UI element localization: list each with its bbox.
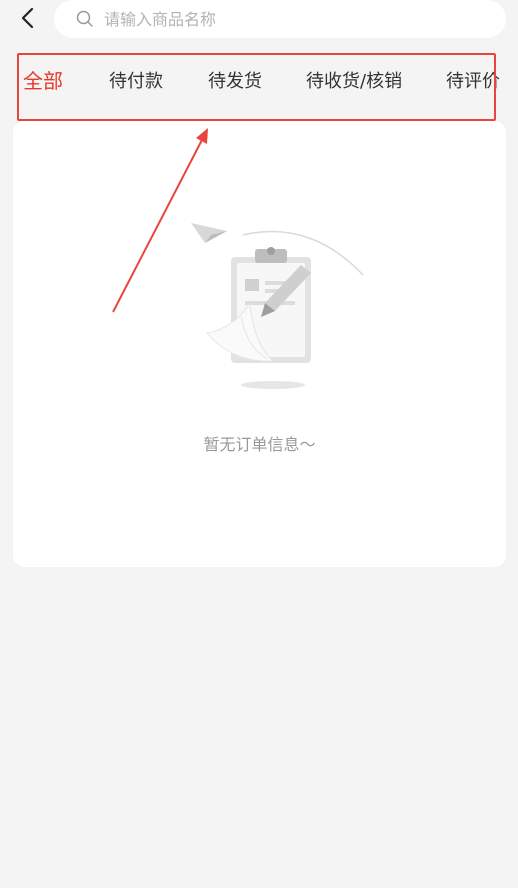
back-button[interactable] xyxy=(14,4,42,32)
search-input[interactable] xyxy=(104,9,464,29)
tab-pending-payment[interactable]: 待付款 xyxy=(109,70,163,94)
header xyxy=(0,0,518,40)
tab-pending-review[interactable]: 待评价 xyxy=(446,70,500,94)
clipboard-empty-icon xyxy=(191,223,364,389)
search-bar[interactable] xyxy=(54,0,506,38)
page: 全部 待付款 待发货 待收货/核销 待评价 xyxy=(0,0,518,888)
order-status-tabs: 全部 待付款 待发货 待收货/核销 待评价 xyxy=(0,56,518,108)
empty-state-message: 暂无订单信息～ xyxy=(203,435,316,454)
tab-all[interactable]: 全部 xyxy=(23,69,63,93)
order-list-card: 暂无订单信息～ xyxy=(13,121,506,567)
tab-pending-receipt[interactable]: 待收货/核销 xyxy=(306,70,402,94)
chevron-left-icon xyxy=(21,7,34,29)
search-icon xyxy=(76,10,94,28)
tab-pending-shipment[interactable]: 待发货 xyxy=(208,70,262,94)
